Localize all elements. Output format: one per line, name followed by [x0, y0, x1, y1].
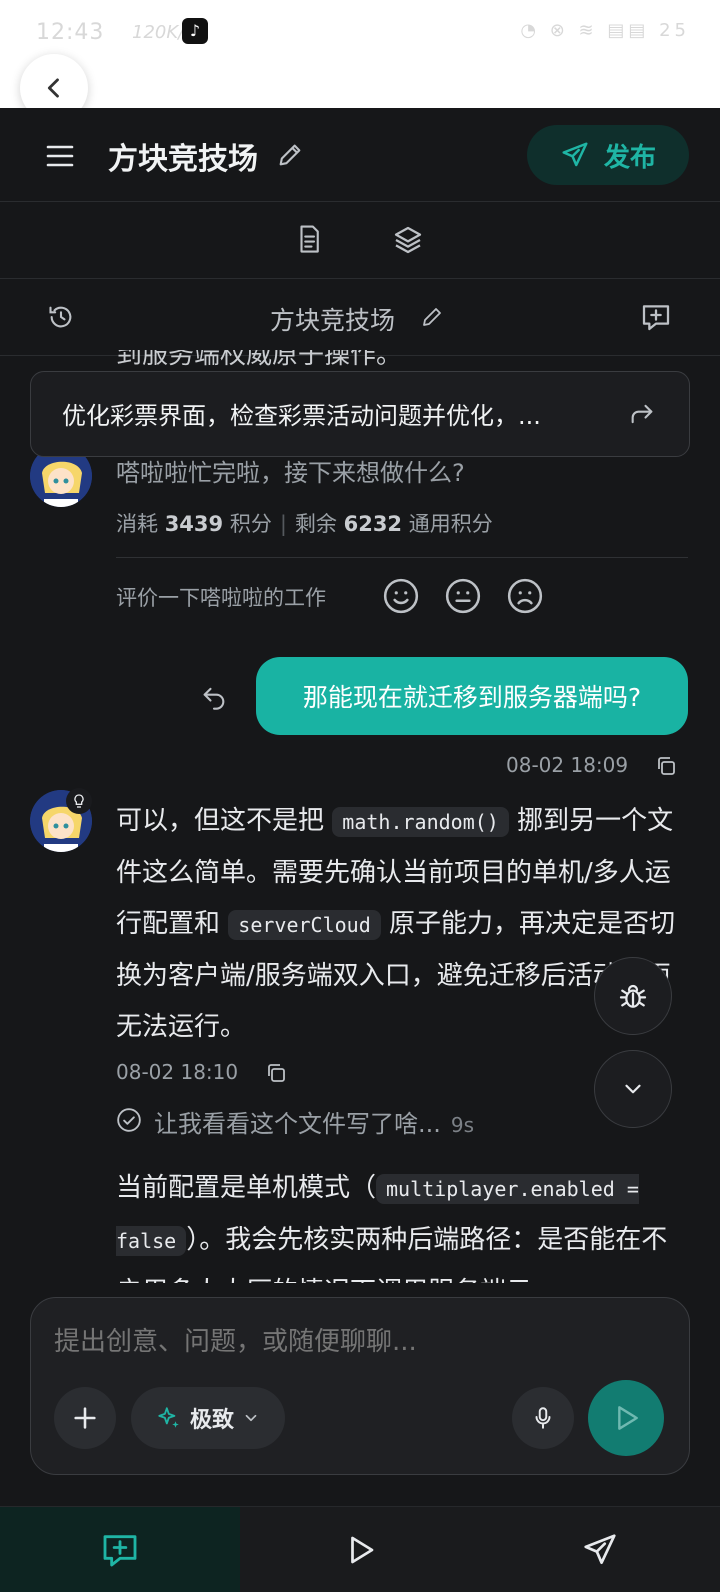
mode-selector[interactable]: 极致: [131, 1387, 285, 1449]
smile-face-icon[interactable]: [382, 577, 420, 619]
check-circle-icon: [116, 1107, 142, 1137]
debug-button[interactable]: [594, 957, 672, 1035]
play-icon: [351, 1536, 374, 1563]
history-icon[interactable]: [47, 303, 75, 335]
sparkle-icon: [158, 1407, 179, 1428]
status-icons: ◔ ⊗ ≋ ▤▤ 25: [520, 20, 690, 41]
chevron-left-icon: [47, 78, 59, 98]
new-chat-icon[interactable]: [640, 301, 672, 337]
plus-icon: [74, 1407, 96, 1429]
sad-face-icon[interactable]: [506, 577, 544, 619]
send-icon: [562, 142, 588, 167]
chat-add-icon: [103, 1534, 137, 1566]
user-message-text: 那能现在就迁移到服务器端吗?: [302, 683, 642, 712]
share-icon[interactable]: [628, 400, 656, 432]
user-message-bubble: 那能现在就迁移到服务器端吗?: [256, 657, 688, 735]
composer: [30, 1297, 690, 1475]
status-time: 12:43: [36, 20, 105, 45]
rating-label: 评价一下嗒啦啦的工作: [116, 586, 326, 610]
tiktok-icon: ♪: [182, 18, 208, 44]
nav-chat[interactable]: [0, 1507, 240, 1592]
lightbulb-icon: [66, 788, 92, 814]
chevron-down-icon: [625, 1084, 641, 1094]
assistant-reply-2: 当前配置是单机模式（ multiplayer.enabled = false ）。我…: [116, 1173, 668, 1283]
view-tabs: [0, 203, 720, 279]
microphone-icon: [535, 1407, 551, 1429]
send-button[interactable]: [588, 1380, 664, 1456]
attach-button[interactable]: [54, 1387, 116, 1449]
copy-icon[interactable]: [264, 1061, 288, 1089]
layers-icon[interactable]: [392, 224, 424, 260]
menu-icon[interactable]: [46, 144, 74, 172]
publish-label: 发布: [603, 142, 656, 173]
divider: [116, 557, 688, 558]
voice-button[interactable]: [512, 1387, 574, 1449]
inline-code: math.random(): [332, 807, 509, 837]
thinking-step[interactable]: 让我看看这个文件写了啥... 9s: [154, 1104, 474, 1139]
message-input[interactable]: [54, 1327, 614, 1357]
chevron-down-icon: [245, 1414, 257, 1422]
nav-preview[interactable]: [240, 1507, 480, 1592]
send-icon: [584, 1533, 616, 1564]
message-timestamp: 08-02 18:10: [116, 1060, 239, 1084]
page-title: 方块竞技场: [108, 142, 258, 177]
status-bar: [0, 0, 720, 108]
document-icon[interactable]: [294, 224, 324, 258]
scroll-down-button[interactable]: [594, 1050, 672, 1128]
completion-text: 嗒啦啦忙完啦，接下来想做什么?: [116, 459, 465, 487]
clipped-message-text: 到服务端权威原子操作。: [116, 350, 403, 370]
publish-button[interactable]: 发布: [527, 125, 689, 185]
message-timestamp: 08-02 18:09: [506, 753, 629, 777]
copy-icon[interactable]: [654, 754, 678, 782]
prompt-card-text: 优化彩票界面，检查彩票活动问题并优化，...: [62, 402, 541, 430]
inline-code: serverCloud: [228, 910, 381, 940]
undo-icon[interactable]: [200, 683, 228, 715]
chat-title: 方块竞技场: [270, 306, 396, 335]
edit-chat-title-icon[interactable]: [420, 305, 444, 333]
mode-label: 极致: [189, 1408, 234, 1433]
edit-title-icon[interactable]: [276, 141, 304, 173]
credits-usage: 消耗 3439 积分 | 剩余 6232 通用积分: [116, 512, 493, 536]
neutral-face-icon[interactable]: [444, 577, 482, 619]
play-icon: [618, 1406, 638, 1430]
nav-publish[interactable]: [480, 1507, 720, 1592]
bug-icon: [619, 984, 647, 1008]
